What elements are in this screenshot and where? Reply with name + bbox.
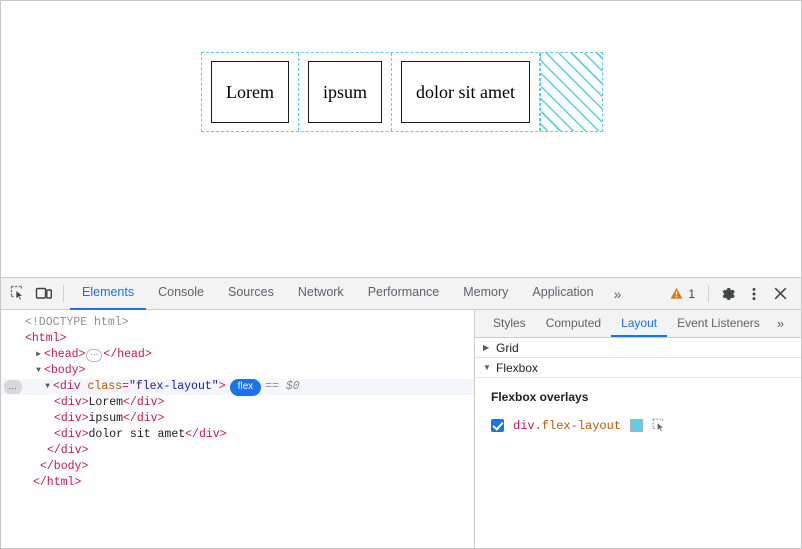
tab-network[interactable]: Network (286, 278, 356, 310)
collapsed-content-ellipsis[interactable]: ⋯ (86, 349, 102, 362)
devtools-panel: Elements Console Sources Network Perform… (1, 277, 801, 548)
tab-console[interactable]: Console (146, 278, 216, 310)
flexbox-overlays-section: Flexbox overlays div.flex-layout (475, 378, 801, 548)
flexbox-overlays-title: Flexbox overlays (491, 390, 801, 404)
div-class-attr-name: class (88, 379, 123, 395)
section-flexbox-label: Flexbox (496, 361, 538, 375)
div-open-tag-close: > (219, 379, 226, 395)
kebab-menu-icon[interactable] (741, 281, 767, 307)
child-open-tag: <div> (54, 411, 89, 427)
child-close-tag: </div> (185, 427, 226, 443)
tab-sources[interactable]: Sources (216, 278, 286, 310)
grid-expand-twisty[interactable]: ▶ (483, 343, 496, 352)
tab-memory[interactable]: Memory (451, 278, 520, 310)
head-open-tag: <head> (44, 347, 85, 363)
doctype-text: <!DOCTYPE html> (25, 315, 129, 331)
close-icon[interactable] (767, 281, 793, 307)
overlay-color-swatch[interactable] (630, 419, 643, 432)
dom-row-child-2[interactable]: <div> ipsum </div> (1, 411, 474, 427)
dom-gutter: … (1, 380, 25, 394)
sidebar-tabs: Styles Computed Layout Event Listeners » (475, 310, 801, 338)
section-grid-label: Grid (496, 341, 519, 355)
html-close-tag: </html> (33, 475, 81, 491)
flex-item-box-1: Lorem (211, 61, 289, 123)
tab-event-listeners[interactable]: Event Listeners (667, 310, 770, 337)
warning-count-badge[interactable]: 1 (663, 283, 702, 305)
child-close-tag: </div> (123, 411, 164, 427)
child-open-tag: <div> (54, 395, 89, 411)
section-flexbox[interactable]: ▼ Flexbox (475, 358, 801, 378)
flex-item-cell: ipsum (299, 53, 392, 131)
select-element-icon[interactable] (652, 418, 667, 433)
overlay-selector-label[interactable]: div.flex-layout (513, 419, 621, 433)
overlay-selector-tag: div (513, 419, 535, 433)
div-class-attr-value: "flex-layout" (129, 379, 219, 395)
overlay-selector-class: .flex-layout (535, 419, 621, 433)
inspect-cursor-icon[interactable] (5, 281, 31, 307)
child-text: Lorem (89, 395, 124, 411)
div-collapse-twisty[interactable]: ▼ (42, 379, 53, 395)
flex-item-cell: Lorem (202, 53, 299, 131)
dom-row-head[interactable]: ▶ <head> ⋯ </head> (1, 347, 474, 363)
child-text: ipsum (89, 411, 124, 427)
flex-item-box-3: dolor sit amet (401, 61, 530, 123)
flex-item-box-2: ipsum (308, 61, 382, 123)
head-close-tag: </head> (103, 347, 151, 363)
dom-row-child-3[interactable]: <div> dolor sit amet </div> (1, 427, 474, 443)
dom-row-div-close[interactable]: </div> (1, 443, 474, 459)
body-open-tag: <body> (44, 363, 85, 379)
tab-layout[interactable]: Layout (611, 310, 667, 337)
dom-row-child-1[interactable]: <div> Lorem </div> (1, 395, 474, 411)
toolbar-right-group: 1 (663, 281, 797, 307)
warning-count: 1 (688, 287, 695, 301)
dom-row-doctype[interactable]: <!DOCTYPE html> (1, 315, 474, 331)
selected-node-marker: == $0 (265, 379, 300, 395)
devtools-main-toolbar: Elements Console Sources Network Perform… (1, 278, 801, 310)
head-expand-twisty[interactable]: ▶ (33, 347, 44, 363)
flexbox-collapse-twisty[interactable]: ▼ (483, 363, 496, 372)
div-close-tag: </div> (47, 443, 88, 459)
dom-row-html-close[interactable]: </html> (1, 475, 474, 491)
flexbox-overlay-row: div.flex-layout (491, 418, 801, 433)
div-open-tag: <div (53, 379, 81, 395)
overlay-checkbox[interactable] (491, 419, 504, 432)
devtools-panel-tabs: Elements Console Sources Network Perform… (70, 278, 628, 310)
elements-sidebar: Styles Computed Layout Event Listeners »… (475, 310, 801, 548)
section-grid[interactable]: ▶ Grid (475, 338, 801, 358)
body-collapse-twisty[interactable]: ▼ (33, 363, 44, 379)
dom-row-selected-div[interactable]: … ▼ <div class = "flex-layout" > flex ==… (1, 379, 474, 395)
body-close-tag: </body> (40, 459, 88, 475)
dom-row-html-open[interactable]: <html> (1, 331, 474, 347)
flex-badge[interactable]: flex (230, 379, 262, 396)
flex-container-overlay: Lorem ipsum dolor sit amet (202, 53, 602, 131)
toolbar-divider (63, 285, 64, 302)
toolbar-divider (708, 285, 709, 302)
more-sidebar-tabs-icon[interactable]: » (770, 310, 790, 337)
dom-row-body-open[interactable]: ▼ <body> (1, 363, 474, 379)
child-close-tag: </div> (123, 395, 164, 411)
gear-icon[interactable] (715, 281, 741, 307)
child-open-tag: <div> (54, 427, 89, 443)
warning-triangle-icon (670, 287, 683, 300)
flex-item-cell: dolor sit amet (392, 53, 540, 131)
tab-performance[interactable]: Performance (356, 278, 452, 310)
device-toolbar-icon[interactable] (31, 281, 57, 307)
devtools-window: Lorem ipsum dolor sit amet (0, 0, 802, 549)
html-open-tag: <html> (25, 331, 66, 347)
row-actions-icon[interactable]: … (4, 380, 22, 394)
devtools-body: <!DOCTYPE html> <html> ▶ <head> ⋯ </head… (1, 310, 801, 548)
tab-computed[interactable]: Computed (536, 310, 611, 337)
tab-elements[interactable]: Elements (70, 278, 146, 310)
flex-free-space-hatch (540, 53, 602, 131)
dom-tree-pane[interactable]: <!DOCTYPE html> <html> ▶ <head> ⋯ </head… (1, 310, 475, 548)
child-text: dolor sit amet (89, 427, 186, 443)
dom-row-body-close[interactable]: </body> (1, 459, 474, 475)
tab-application[interactable]: Application (520, 278, 605, 310)
tab-styles[interactable]: Styles (483, 310, 536, 337)
page-viewport: Lorem ipsum dolor sit amet (1, 1, 801, 277)
more-panels-icon[interactable]: » (606, 278, 629, 310)
